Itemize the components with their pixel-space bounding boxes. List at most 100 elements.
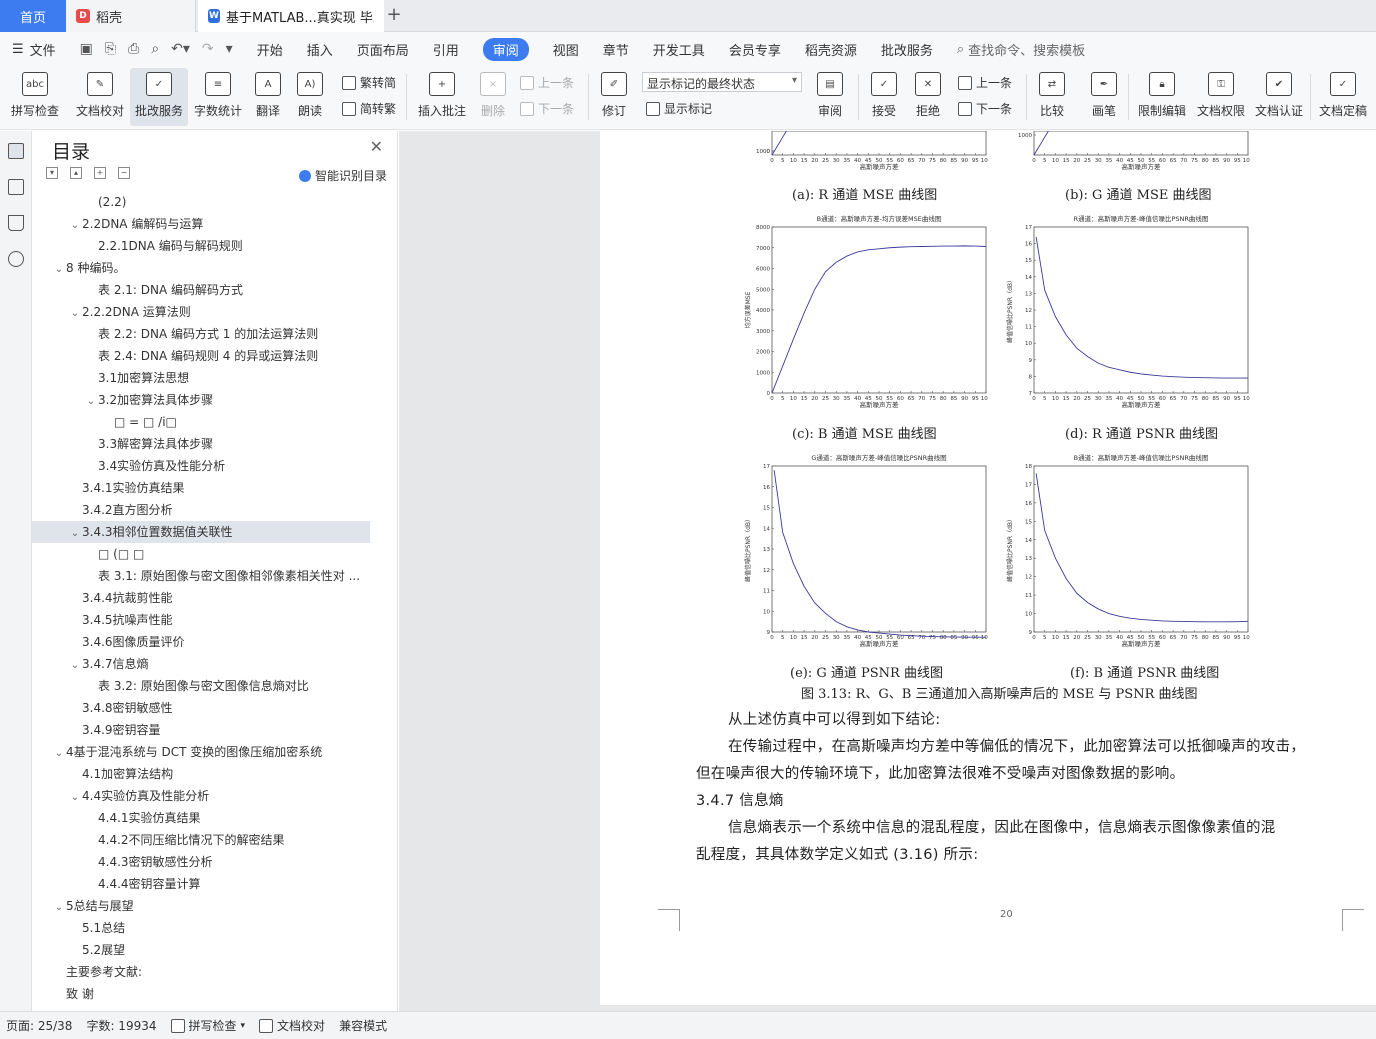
- delete-comment-button[interactable]: × 删除: [474, 68, 512, 126]
- spell-check-status[interactable]: 拼写检查 ▾: [170, 1017, 245, 1034]
- toc-item[interactable]: 3.4.8密钥敏感性: [32, 697, 370, 719]
- redo-icon[interactable]: ↷: [202, 41, 214, 57]
- chevron-down-icon[interactable]: ⌄: [84, 391, 98, 411]
- menu-tab-7[interactable]: 开发工具: [641, 32, 717, 66]
- simp-to-trad-button[interactable]: 简转繁: [342, 100, 396, 117]
- proofread-status[interactable]: 文档校对: [259, 1017, 325, 1034]
- translate-button[interactable]: A 翻译: [248, 68, 288, 126]
- spell-check-button[interactable]: abc 拼写检查: [4, 68, 66, 126]
- toc-item[interactable]: 3.1加密算法思想: [32, 367, 370, 389]
- toc-item[interactable]: 3.4.6图像质量评价: [32, 631, 370, 653]
- toc-item[interactable]: 4.4.2不同压缩比情况下的解密结果: [32, 829, 370, 851]
- toc-item[interactable]: ⌄ 3.4.7信息熵: [32, 653, 370, 675]
- chevron-down-icon[interactable]: ⌄: [68, 655, 82, 675]
- menu-tab-5[interactable]: 视图: [541, 32, 591, 66]
- toc-panel-icon[interactable]: [8, 143, 24, 159]
- toc-item[interactable]: 4.4.1实验仿真结果: [32, 807, 370, 829]
- menu-tab-2[interactable]: 页面布局: [345, 32, 421, 66]
- search-commands[interactable]: ⌕ 查找命令、搜索模板: [945, 32, 1097, 66]
- next-change-button[interactable]: 下一条: [958, 100, 1012, 117]
- prev-change-button[interactable]: 上一条: [958, 74, 1012, 91]
- expand-up-icon[interactable]: ▴: [70, 167, 82, 179]
- toc-item[interactable]: ⌄ 4.4实验仿真及性能分析: [32, 785, 370, 807]
- chevron-down-icon[interactable]: ⌄: [68, 215, 82, 235]
- markup-state-select[interactable]: 显示标记的最终状态: [642, 72, 802, 92]
- collapse-all-icon[interactable]: ▾: [46, 167, 58, 179]
- toc-item[interactable]: 3.3解密算法具体步骤: [32, 433, 370, 455]
- toc-item[interactable]: 3.4.9密钥容量: [32, 719, 370, 741]
- add-heading-icon[interactable]: +: [94, 167, 106, 179]
- toc-item[interactable]: □ = □ /i□: [32, 411, 370, 433]
- chevron-down-icon[interactable]: ⌄: [68, 523, 82, 543]
- menu-tab-3[interactable]: 引用: [421, 32, 471, 66]
- accept-button[interactable]: ✓ 接受: [864, 68, 904, 126]
- find-icon[interactable]: [8, 251, 24, 267]
- reject-button[interactable]: ✕ 拒绝: [908, 68, 948, 126]
- new-tab-icon[interactable]: +: [384, 4, 404, 25]
- review-pane-button[interactable]: ▤ 审阅: [810, 68, 850, 126]
- show-markup-button[interactable]: 显示标记: [646, 100, 712, 117]
- tab-home[interactable]: 首页: [0, 0, 66, 32]
- chevron-down-icon[interactable]: ⌄: [68, 303, 82, 323]
- menu-tab-6[interactable]: 章节: [591, 32, 641, 66]
- file-menu[interactable]: ☰ 文件: [0, 32, 68, 66]
- bookmark-icon[interactable]: [8, 215, 24, 231]
- read-aloud-button[interactable]: A) 朗读: [292, 68, 328, 126]
- toc-item[interactable]: 3.4.1实验仿真结果: [32, 477, 370, 499]
- word-count-indicator[interactable]: 字数: 19934: [86, 1017, 156, 1034]
- doc-certify-button[interactable]: ✔ 文档认证: [1252, 68, 1306, 126]
- toc-item[interactable]: 3.4.4抗裁剪性能: [32, 587, 370, 609]
- toc-item[interactable]: 4.1加密算法结构: [32, 763, 370, 785]
- menu-tab-9[interactable]: 稻壳资源: [793, 32, 869, 66]
- toc-item[interactable]: ⌄ 2.2DNA 编解码与运算: [32, 213, 370, 235]
- undo-icon[interactable]: ↶▾: [171, 41, 190, 57]
- toc-item[interactable]: 2.2.1DNA 编码与解码规则: [32, 235, 370, 257]
- toc-item[interactable]: ⌄ 8 种编码。: [32, 257, 370, 279]
- chevron-down-icon[interactable]: ⌄: [52, 259, 66, 279]
- toc-item[interactable]: 3.4.5抗噪声性能: [32, 609, 370, 631]
- toc-item[interactable]: 表 2.4: DNA 编码规则 4 的异或运算法则: [32, 345, 370, 367]
- menu-tab-8[interactable]: 会员专享: [717, 32, 793, 66]
- toc-item[interactable]: 致 谢: [32, 983, 370, 1005]
- toc-item[interactable]: 5.1总结: [32, 917, 370, 939]
- doc-permission-button[interactable]: ⚿ 文档权限: [1194, 68, 1248, 126]
- toc-item[interactable]: ⌄ 3.2加密算法具体步骤: [32, 389, 370, 411]
- remove-heading-icon[interactable]: −: [118, 167, 130, 179]
- toc-item[interactable]: 表 3.2: 原始图像与密文图像信息熵对比: [32, 675, 370, 697]
- menu-tab-1[interactable]: 插入: [295, 32, 345, 66]
- track-changes-button[interactable]: ✐ 修订: [594, 68, 634, 126]
- smart-toc-button[interactable]: 智能识别目录: [298, 167, 387, 184]
- chevron-down-icon[interactable]: ⌄: [52, 743, 66, 763]
- toc-item[interactable]: 5.2展望: [32, 939, 370, 961]
- close-icon[interactable]: ✕: [370, 137, 383, 156]
- toc-item[interactable]: □ (□ □: [32, 543, 370, 565]
- restrict-editing-button[interactable]: 🔒︎ 限制编辑: [1134, 68, 1190, 126]
- trad-to-simp-button[interactable]: 繁转简: [342, 74, 396, 91]
- toc-item[interactable]: 主要参考文献:: [32, 961, 370, 983]
- chevron-down-icon[interactable]: ⌄: [68, 787, 82, 807]
- word-count-button[interactable]: ≡ 字数统计: [190, 68, 246, 126]
- toc-item[interactable]: 4.4.4密钥容量计算: [32, 873, 370, 895]
- correction-service-button[interactable]: ✓ 批改服务: [130, 68, 188, 126]
- export-icon[interactable]: ⎘: [105, 41, 116, 57]
- toc-item[interactable]: ⌄ 4基于混沌系统与 DCT 变换的图像压缩加密系统: [32, 741, 370, 763]
- outline-panel-icon[interactable]: [8, 179, 24, 195]
- toc-item[interactable]: 表 2.1: DNA 编码解码方式: [32, 279, 370, 301]
- proofread-button[interactable]: ✎ 文档校对: [72, 68, 128, 126]
- save-icon[interactable]: ▣: [80, 41, 93, 57]
- toc-item[interactable]: (2.2): [32, 191, 370, 213]
- insert-comment-button[interactable]: + 插入批注: [414, 68, 470, 126]
- finalize-button[interactable]: ✓ 文档定稿: [1314, 68, 1372, 126]
- more-dropdown-icon[interactable]: ▾: [226, 41, 233, 57]
- chevron-down-icon[interactable]: ⌄: [52, 897, 66, 917]
- menu-tab-4[interactable]: 审阅: [471, 32, 541, 66]
- menu-tab-0[interactable]: 开始: [245, 32, 295, 66]
- tab-document[interactable]: W 基于MATLAB...真实现 毕业论: [198, 0, 384, 32]
- pen-button[interactable]: ✒ 画笔: [1086, 68, 1122, 126]
- compare-button[interactable]: ⇄ 比较: [1032, 68, 1072, 126]
- prev-comment-button[interactable]: 上一条: [520, 74, 574, 91]
- tab-daoke[interactable]: D 稻壳: [66, 0, 196, 32]
- toc-item[interactable]: ⌄ 5总结与展望: [32, 895, 370, 917]
- toc-item[interactable]: ⌄ 2.2.2DNA 运算法则: [32, 301, 370, 323]
- print-icon[interactable]: ⎙: [128, 41, 139, 57]
